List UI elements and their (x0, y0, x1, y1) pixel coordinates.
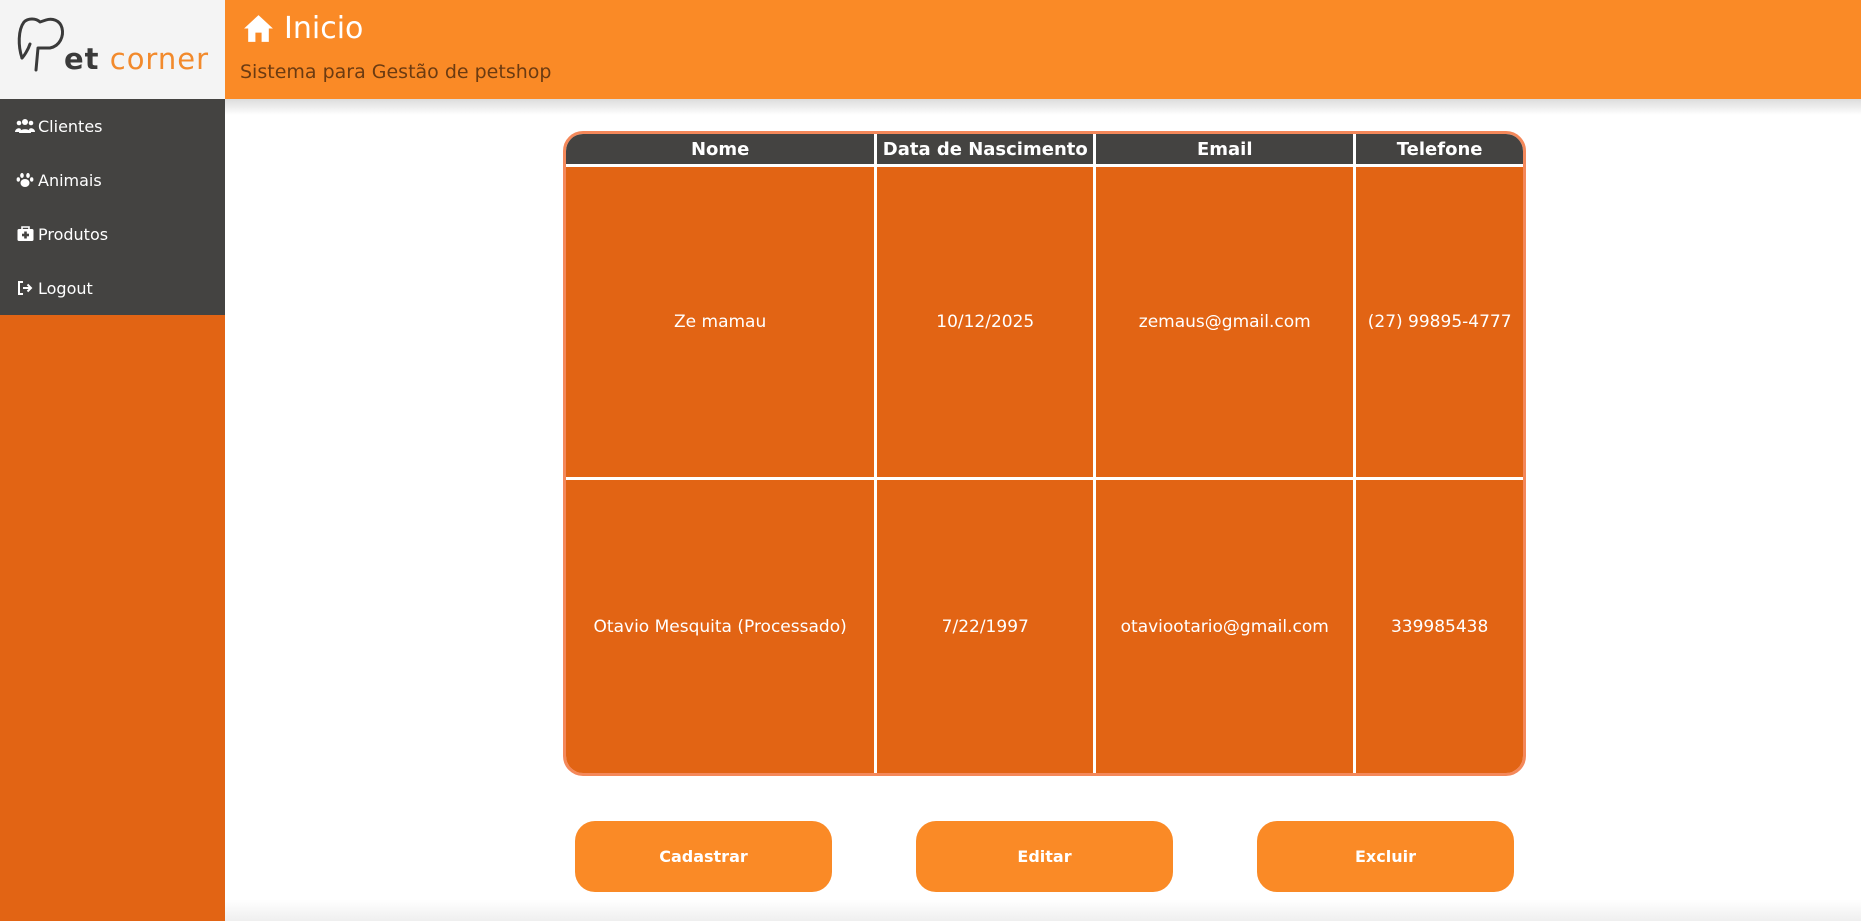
cell-nome[interactable]: Ze mamau (566, 167, 875, 478)
column-header-nome[interactable]: Nome (566, 134, 875, 164)
sidebar-item-logout[interactable]: Logout (0, 261, 225, 315)
sidebar-item-clientes[interactable]: Clientes (0, 99, 225, 153)
table-row[interactable]: Otavio Mesquita (Processado) 7/22/1997 o… (566, 480, 1523, 773)
column-header-data-nascimento[interactable]: Data de Nascimento (877, 134, 1094, 164)
paw-icon (15, 170, 35, 190)
table-header-row: Nome Data de Nascimento Email Telefone (566, 134, 1523, 164)
clients-table: Nome Data de Nascimento Email Telefone Z… (563, 131, 1526, 776)
cell-data-nascimento[interactable]: 10/12/2025 (877, 167, 1094, 478)
logo-text-corner: corner (109, 42, 209, 76)
cell-email[interactable]: zemaus@gmail.com (1096, 167, 1354, 478)
home-icon (244, 15, 273, 42)
page-title-text: Inicio (284, 11, 364, 46)
medkit-icon (15, 224, 35, 244)
page-subtitle: Sistema para Gestão de petshop (240, 61, 552, 83)
sidebar-item-label: Logout (38, 278, 93, 298)
header-shadow (225, 99, 1861, 115)
cell-telefone[interactable]: 339985438 (1356, 480, 1523, 773)
cell-nome[interactable]: Otavio Mesquita (Processado) (566, 480, 875, 773)
sidebar-item-animais[interactable]: Animais (0, 153, 225, 207)
column-header-telefone[interactable]: Telefone (1356, 134, 1523, 164)
cadastrar-button[interactable]: Cadastrar (575, 821, 832, 892)
page-header: Inicio Sistema para Gestão de petshop (225, 0, 1861, 99)
users-icon (15, 116, 35, 136)
logo[interactable]: et corner (0, 0, 225, 99)
cell-email[interactable]: otaviootario@gmail.com (1096, 480, 1354, 773)
page-title: Inicio (242, 11, 363, 46)
logo-text: et corner (64, 42, 209, 76)
logo-text-et: et (64, 42, 100, 76)
table-row[interactable]: Ze mamau 10/12/2025 zemaus@gmail.com (27… (566, 167, 1523, 478)
cell-data-nascimento[interactable]: 7/22/1997 (877, 480, 1094, 773)
column-header-email[interactable]: Email (1096, 134, 1354, 164)
footer-shadow (225, 900, 1861, 921)
sidebar: et corner Clientes Animais Produtos Logo… (0, 0, 225, 921)
sidebar-item-label: Clientes (38, 116, 103, 136)
cell-telefone[interactable]: (27) 99895-4777 (1356, 167, 1523, 478)
excluir-button[interactable]: Excluir (1257, 821, 1514, 892)
editar-button[interactable]: Editar (916, 821, 1173, 892)
logout-icon (15, 278, 35, 298)
sidebar-item-label: Produtos (38, 224, 109, 244)
sidebar-item-produtos[interactable]: Produtos (0, 207, 225, 261)
sidebar-menu: Clientes Animais Produtos Logout (0, 99, 225, 315)
sidebar-item-label: Animais (38, 170, 102, 190)
